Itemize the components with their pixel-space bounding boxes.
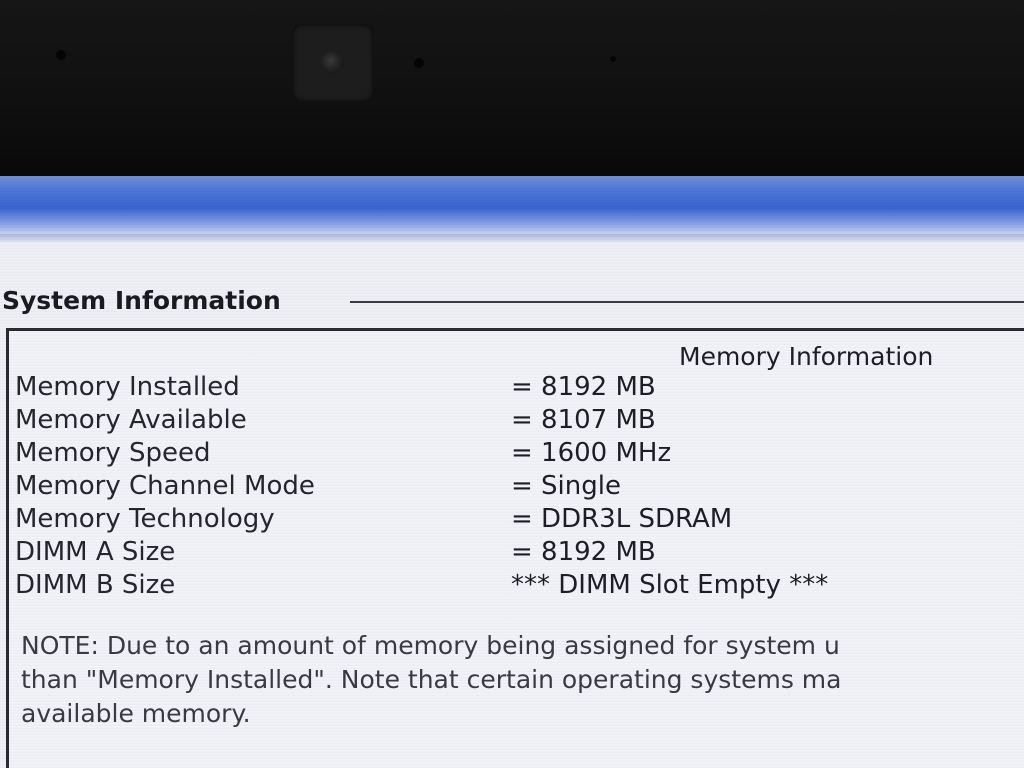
row-label: Memory Installed <box>15 372 240 402</box>
laptop-bezel <box>0 0 1024 190</box>
bezel-mic-dot <box>610 56 616 62</box>
row-label: DIMM A Size <box>15 537 176 567</box>
row-value: = 8107 MB <box>511 405 656 435</box>
memory-info-box: Memory Information Memory Installed = 81… <box>6 328 1024 768</box>
memory-technology-row: Memory Technology = DDR3L SDRAM <box>15 503 995 536</box>
bios-screen: System Information Memory Information Me… <box>0 176 1024 768</box>
dimm-a-size-row: DIMM A Size = 8192 MB <box>15 536 995 569</box>
row-value: = 8192 MB <box>511 372 656 402</box>
row-value: = Single <box>511 471 621 501</box>
row-value: *** DIMM Slot Empty *** <box>511 570 829 600</box>
memory-info-list: Memory Installed = 8192 MB Memory Availa… <box>15 371 995 602</box>
memory-note: NOTE: Due to an amount of memory being a… <box>21 629 1024 731</box>
row-value: = DDR3L SDRAM <box>511 504 733 534</box>
memory-available-row: Memory Available = 8107 MB <box>15 404 995 437</box>
bezel-light-dot <box>414 58 424 68</box>
row-label: Memory Technology <box>15 504 275 534</box>
row-label: DIMM B Size <box>15 570 176 600</box>
bezel-sensor-dot <box>56 50 66 60</box>
row-label: Memory Speed <box>15 438 211 468</box>
note-line: than "Memory Installed". Note that certa… <box>21 665 842 694</box>
section-heading: Memory Information <box>679 342 934 371</box>
note-line: available memory. <box>21 699 251 728</box>
title-bar-edge <box>0 234 1024 242</box>
webcam-icon <box>292 24 374 102</box>
row-label: Memory Channel Mode <box>15 471 315 501</box>
memory-installed-row: Memory Installed = 8192 MB <box>15 371 995 404</box>
group-title: System Information <box>2 284 289 318</box>
row-label: Memory Available <box>15 405 247 435</box>
row-value: = 8192 MB <box>511 537 656 567</box>
row-value: = 1600 MHz <box>511 438 672 468</box>
memory-speed-row: Memory Speed = 1600 MHz <box>15 437 995 470</box>
bios-title-bar <box>0 176 1024 234</box>
webcam-lens <box>320 52 344 74</box>
group-title-rule <box>350 301 1024 303</box>
note-line: NOTE: Due to an amount of memory being a… <box>21 631 840 660</box>
dimm-b-size-row: DIMM B Size *** DIMM Slot Empty *** <box>15 569 995 602</box>
photo-stage: System Information Memory Information Me… <box>0 0 1024 768</box>
memory-channel-mode-row: Memory Channel Mode = Single <box>15 470 995 503</box>
system-information-group: System Information Memory Information Me… <box>0 284 1024 768</box>
